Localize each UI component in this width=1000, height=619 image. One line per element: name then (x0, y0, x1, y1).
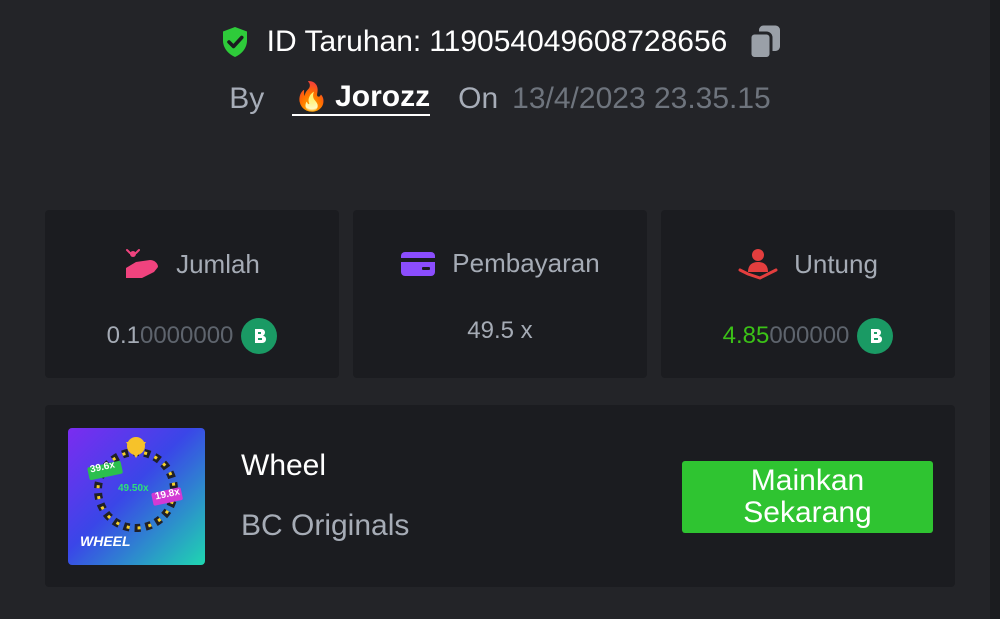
bet-meta-row: By 🔥 Jorozz On 13/4/2023 23.35.15 (0, 82, 1000, 116)
play-now-button[interactable]: Mainkan Sekarang (682, 461, 933, 533)
user-link[interactable]: 🔥 Jorozz (292, 80, 431, 116)
game-provider: BC Originals (241, 509, 410, 542)
bet-id-value: 119054049608728656 (429, 25, 728, 58)
profit-hand-icon (738, 249, 778, 280)
bcd-coin-icon (241, 318, 278, 354)
username: Jorozz (335, 80, 431, 113)
copy-icon[interactable] (747, 22, 783, 62)
stat-profit: Untung 4.85000000 (661, 210, 955, 378)
stat-payout-label: Pembayaran (452, 248, 600, 278)
game-title: Wheel (241, 449, 327, 482)
payout-value: 49.5 x (467, 317, 533, 344)
stat-amount-label: Jumlah (176, 248, 260, 279)
wheel-mult-center: 49.50x (118, 483, 149, 494)
fire-icon: 🔥 (294, 81, 330, 112)
stat-amount: Jumlah 0.10000000 (45, 210, 339, 378)
amount-value-main: 0.1 (106, 322, 140, 349)
verified-shield-icon (222, 27, 247, 57)
card-icon (401, 251, 436, 276)
bet-id-row: ID Taruhan: 119054049608728656 (0, 22, 1000, 62)
game-card: 39.6x 49.50x 19.8x WHEEL Wheel BC Origin… (45, 405, 955, 587)
profit-value-main: 4.85 (722, 322, 770, 349)
bet-stats: Jumlah 0.10000000 Pembayaran 49.5 x Untu… (45, 210, 955, 378)
by-label: By (229, 82, 265, 115)
profit-value: 4.85000000 (723, 322, 850, 350)
bet-date: 13/4/2023 23.35.15 (512, 82, 771, 115)
thumb-label: WHEEL (80, 533, 131, 549)
profit-value-faded: 000000 (769, 322, 850, 349)
wheel-game-thumbnail[interactable]: 39.6x 49.50x 19.8x WHEEL (68, 428, 205, 565)
stat-profit-label: Untung (794, 248, 878, 279)
amount-value-faded: 0000000 (139, 322, 234, 349)
stat-payout: Pembayaran 49.5 x (353, 210, 647, 378)
coin-hand-icon (126, 249, 159, 278)
bet-id-label: ID Taruhan: (266, 25, 422, 58)
amount-value: 0.10000000 (107, 322, 234, 350)
on-label: On (458, 82, 499, 115)
bcd-coin-icon (857, 318, 894, 354)
